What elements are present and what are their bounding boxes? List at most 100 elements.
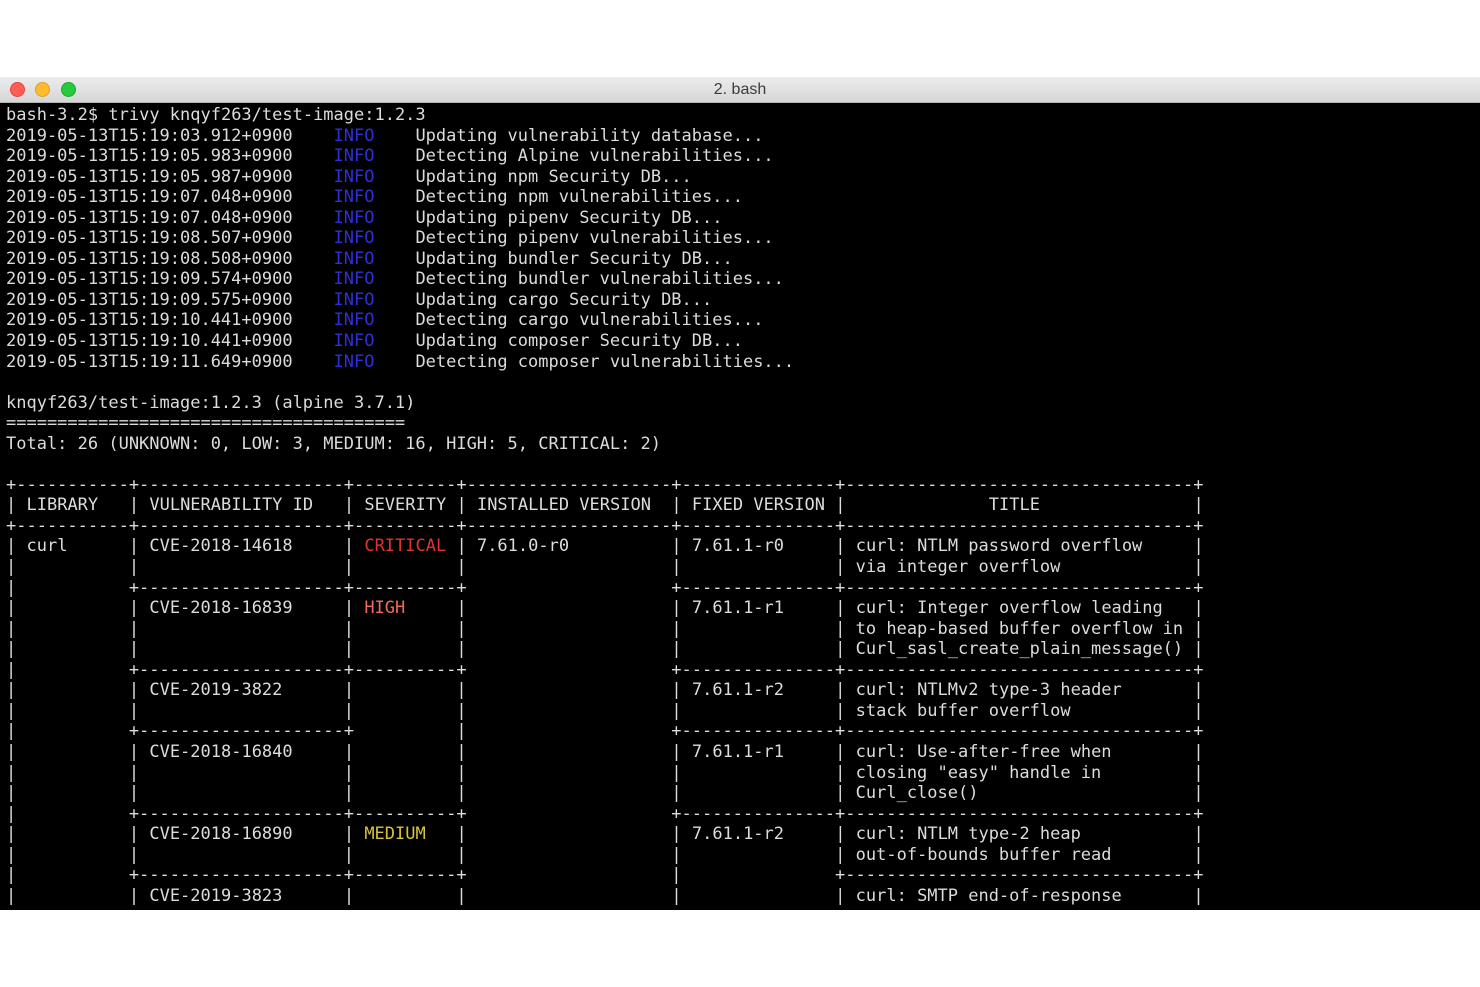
cell-title: stack buffer overflow (855, 700, 1071, 721)
table-row: | | | | | | closing "easy" handle in | (6, 762, 1204, 783)
total-summary: Total: 26 (UNKNOWN: 0, LOW: 3, MEDIUM: 1… (6, 434, 1476, 455)
log-line: 2019-05-13T15:19:09.574+0900 INFO Detect… (6, 269, 1476, 290)
log-line: 2019-05-13T15:19:07.048+0900 INFO Detect… (6, 187, 1476, 208)
cell-title: Curl_sasl_create_plain_message() (855, 639, 1184, 660)
log-message: Detecting pipenv vulnerabilities... (415, 228, 774, 249)
log-timestamp: 2019-05-13T15:19:11.649+0900 (6, 351, 293, 372)
log-timestamp: 2019-05-13T15:19:08.507+0900 (6, 228, 293, 249)
table-row: | curl | CVE-2018-14618 | CRITICAL | 7.6… (6, 536, 1204, 557)
terminal-window: 2. bash bash-3.2$ trivy knqyf263/test-im… (0, 77, 1480, 910)
log-line: 2019-05-13T15:19:05.983+0900 INFO Detect… (6, 146, 1476, 167)
log-level: INFO (333, 146, 375, 167)
terminal-output[interactable]: bash-3.2$ trivy knqyf263/test-image:1.2.… (6, 105, 1476, 908)
log-timestamp: 2019-05-13T15:19:08.508+0900 (6, 248, 293, 269)
command-text: trivy knqyf263/test-image:1.2.3 (108, 105, 426, 125)
log-line: 2019-05-13T15:19:08.507+0900 INFO Detect… (6, 228, 1476, 249)
log-message: Detecting composer vulnerabilities... (415, 351, 795, 372)
cell-library: curl (26, 536, 68, 557)
log-timestamp: 2019-05-13T15:19:05.987+0900 (6, 166, 293, 187)
log-message: Detecting cargo vulnerabilities... (415, 310, 764, 331)
log-message: Updating composer Security DB... (415, 331, 743, 352)
column-header: INSTALLED VERSION (476, 495, 651, 516)
log-timestamp: 2019-05-13T15:19:07.048+0900 (6, 187, 293, 208)
column-header: TITLE (988, 495, 1040, 516)
log-level: INFO (333, 187, 375, 208)
cell-id: CVE-2018-16890 (149, 824, 293, 845)
table-row: | | | | | | stack buffer overflow | (6, 700, 1204, 721)
log-line: 2019-05-13T15:19:08.508+0900 INFO Updati… (6, 249, 1476, 270)
log-timestamp: 2019-05-13T15:19:09.574+0900 (6, 269, 293, 290)
table-border: +-----------+--------------------+------… (6, 474, 1204, 495)
log-timestamp: 2019-05-13T15:19:10.441+0900 (6, 310, 293, 331)
cell-severity: MEDIUM (364, 824, 426, 845)
table-row: | | | | | | out-of-bounds buffer read | (6, 844, 1204, 865)
log-level: INFO (333, 331, 375, 352)
column-header: SEVERITY (364, 495, 447, 516)
log-line: 2019-05-13T15:19:10.441+0900 INFO Updati… (6, 331, 1476, 352)
log-timestamp: 2019-05-13T15:19:05.983+0900 (6, 146, 293, 167)
log-message: Detecting bundler vulnerabilities... (415, 269, 784, 290)
table-row: | | | | | | Curl_sasl_create_plain_messa… (6, 639, 1204, 660)
log-message: Detecting Alpine vulnerabilities... (415, 146, 774, 167)
table-row: | | | | | | Curl_close() | (6, 783, 1204, 804)
cell-id: CVE-2018-14618 (149, 536, 293, 557)
cell-id: CVE-2018-16839 (149, 598, 293, 619)
cell-fixed: 7.61.1-r2 (691, 680, 784, 701)
table-row-separator: | +--------------------+----------+ | +-… (6, 865, 1204, 886)
log-timestamp: 2019-05-13T15:19:07.048+0900 (6, 207, 293, 228)
log-message: Updating npm Security DB... (415, 166, 692, 187)
table-row: | | CVE-2019-3823 | | | | curl: SMTP end… (6, 885, 1204, 906)
log-level: INFO (333, 248, 375, 269)
log-timestamp: 2019-05-13T15:19:10.441+0900 (6, 331, 293, 352)
log-line: 2019-05-13T15:19:10.441+0900 INFO Detect… (6, 310, 1476, 331)
column-header: LIBRARY (26, 495, 99, 516)
table-row: | | | | | | via integer overflow | (6, 557, 1204, 578)
scan-target: knqyf263/test-image:1.2.3 (alpine 3.7.1) (6, 393, 1476, 414)
cell-id: CVE-2018-16840 (149, 741, 293, 762)
table-row: | | CVE-2018-16839 | HIGH | | 7.61.1-r1 … (6, 598, 1204, 619)
cell-fixed: 7.61.1-r2 (691, 824, 785, 845)
log-level: INFO (333, 207, 375, 228)
cell-severity: HIGH (364, 598, 406, 619)
log-line: 2019-05-13T15:19:07.048+0900 INFO Updati… (6, 208, 1476, 229)
cell-installed: 7.61.0-r0 (476, 536, 570, 557)
table-row: | | CVE-2018-16890 | MEDIUM | | 7.61.1-r… (6, 824, 1204, 845)
table-row-separator: | +--------------------+----------+ +---… (6, 577, 1204, 598)
cell-title: curl: NTLM password overflow (855, 536, 1143, 557)
log-message: Updating pipenv Security DB... (415, 207, 723, 228)
log-message: Detecting npm vulnerabilities... (415, 187, 743, 208)
log-message: Updating vulnerability database... (415, 125, 764, 146)
log-level: INFO (333, 166, 375, 187)
column-header: FIXED VERSION (691, 495, 825, 516)
cell-title: curl: NTLMv2 type-3 header (855, 680, 1122, 701)
cell-title: curl: Use-after-free when (855, 741, 1112, 762)
cell-title: Curl_close() (855, 783, 979, 804)
log-level: INFO (333, 289, 375, 310)
log-level: INFO (333, 125, 375, 146)
cell-title: curl: NTLM type-2 heap (855, 824, 1081, 845)
total-summary-text: Total: 26 (UNKNOWN: 0, LOW: 3, MEDIUM: 1… (6, 433, 662, 454)
title-bar: 2. bash (0, 77, 1480, 103)
underline-text: ======================================= (6, 413, 406, 434)
cell-title: to heap-based buffer overflow in (855, 618, 1184, 639)
window-title: 2. bash (713, 81, 767, 98)
log-line: 2019-05-13T15:19:11.649+0900 INFO Detect… (6, 352, 1476, 373)
log-timestamp: 2019-05-13T15:19:03.912+0900 (6, 125, 293, 146)
cell-fixed: 7.61.1-r1 (691, 598, 785, 619)
cell-fixed: 7.61.1-r1 (691, 741, 784, 762)
table-row-separator: | +--------------------+----------+ +---… (6, 803, 1204, 824)
cell-title: curl: SMTP end-of-response (855, 885, 1122, 906)
cell-title: out-of-bounds buffer read (855, 844, 1112, 865)
log-line: 2019-05-13T15:19:05.987+0900 INFO Updati… (6, 167, 1476, 188)
cell-id: CVE-2019-3823 (149, 885, 283, 906)
cell-severity: CRITICAL (364, 536, 447, 557)
log-level: INFO (333, 351, 375, 372)
cell-title: via integer overflow (855, 557, 1061, 578)
table-row-separator: | +--------------------+ | +------------… (6, 721, 1204, 742)
column-header: VULNERABILITY ID (149, 495, 314, 516)
target-underline: ======================================= (6, 413, 1476, 434)
log-level: INFO (333, 269, 375, 290)
scan-target-text: knqyf263/test-image:1.2.3 (alpine 3.7.1) (6, 392, 416, 413)
